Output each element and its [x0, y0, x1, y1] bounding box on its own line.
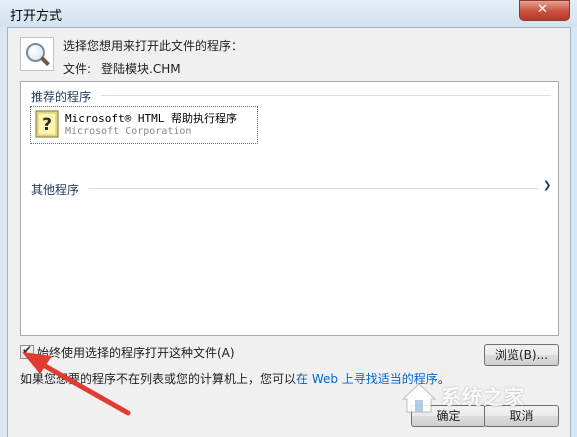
- close-button[interactable]: ✕: [519, 0, 570, 21]
- group-divider: [89, 188, 539, 189]
- help-icon: ?: [35, 110, 59, 138]
- watermark-text: 系统之家: [441, 385, 525, 409]
- chevron-down-icon[interactable]: ❯: [543, 180, 555, 194]
- dialog-body: 选择您想用来打开此文件的程序： 文件: 登陆模块.CHM 推荐的程序 ? Mic…: [7, 27, 571, 437]
- list-item-html-help[interactable]: ? Microsoft® HTML 帮助执行程序 Microsoft Corpo…: [30, 106, 258, 144]
- prompt-text: 选择您想用来打开此文件的程序：: [63, 39, 244, 53]
- group-other-label: 其他程序: [31, 183, 80, 197]
- always-use-checkbox[interactable]: ✔: [20, 343, 34, 359]
- file-name: 登陆模块.CHM: [101, 62, 181, 76]
- search-icon: [20, 37, 54, 71]
- program-company: Microsoft Corporation: [65, 126, 192, 137]
- watermark-logo: 系统之家: [395, 378, 570, 418]
- group-recommended[interactable]: 推荐的程序: [21, 86, 558, 104]
- group-recommended-label: 推荐的程序: [31, 90, 92, 104]
- group-divider: [101, 95, 551, 96]
- watermark-house-icon: [401, 383, 437, 413]
- help-note: 如果您想要的程序不在列表或您的计算机上，您可以在 Web 上寻找适当的程序。: [20, 370, 450, 387]
- browse-button[interactable]: 浏览(B)...: [484, 344, 559, 366]
- program-name: Microsoft® HTML 帮助执行程序: [65, 112, 237, 125]
- svg-text:?: ?: [42, 115, 52, 135]
- help-note-prefix: 如果您想要的程序不在列表或您的计算机上，您可以: [20, 372, 297, 386]
- close-icon: ✕: [537, 2, 548, 17]
- file-label: 文件:: [63, 62, 92, 76]
- always-use-label[interactable]: 始终使用选择的程序打开这种文件(A): [37, 344, 235, 361]
- title-bar: 打开方式 ✕: [0, 0, 577, 27]
- window-title: 打开方式: [10, 9, 63, 24]
- group-other[interactable]: 其他程序 ❯: [21, 179, 558, 197]
- program-list[interactable]: 推荐的程序 ? Microsoft® HTML 帮助执行程序 Microsoft…: [20, 81, 559, 336]
- checkmark-icon: ✔: [22, 343, 33, 357]
